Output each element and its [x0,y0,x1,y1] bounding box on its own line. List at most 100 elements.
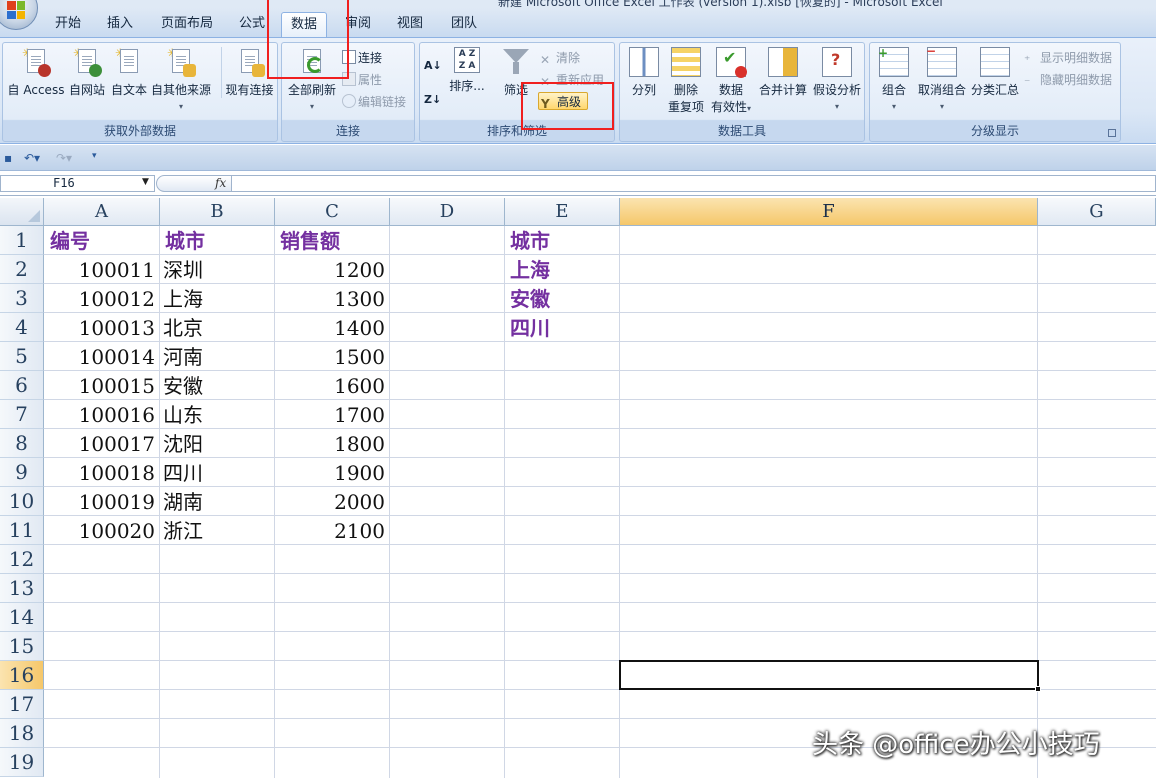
data-validation-button[interactable]: ✔ 数据 有效性▾ [708,47,754,115]
show-detail-button[interactable]: ⁺ 显示明细数据 [1024,49,1112,67]
cell-id[interactable]: 100016 [44,400,159,429]
row-header[interactable]: 15 [0,632,44,661]
row-header[interactable]: 13 [0,574,44,603]
cell-sales[interactable]: 1900 [274,458,389,487]
cell-b1[interactable]: 城市 [159,226,274,255]
column-header-c[interactable]: C [275,198,390,226]
cell-sales[interactable]: 1800 [274,429,389,458]
cell-sales[interactable]: 1400 [274,313,389,342]
row-header-selected[interactable]: 16 [0,661,44,690]
tab-page-layout[interactable]: 页面布局 [158,14,216,36]
existing-connections-button[interactable]: 现有连接 [221,47,277,98]
cell-c1[interactable]: 销售额 [274,226,389,255]
row-header[interactable]: 3 [0,284,44,313]
row-header[interactable]: 5 [0,342,44,371]
cell-id[interactable]: 100018 [44,458,159,487]
cell-city[interactable]: 浙江 [159,516,274,545]
active-cell-f16[interactable] [619,660,1039,690]
tab-insert[interactable]: 插入 [102,14,138,36]
tab-view[interactable]: 视图 [392,14,428,36]
subtotal-button[interactable]: 分类汇总 [968,47,1022,98]
filter-button[interactable]: 筛选 [494,47,538,98]
tab-review[interactable]: 审阅 [340,14,376,36]
consolidate-button[interactable]: 合并计算 [756,47,810,98]
cell-city[interactable]: 湖南 [159,487,274,516]
what-if-analysis-button[interactable]: ? 假设分析 ▾ [810,47,864,112]
cell-id[interactable]: 100015 [44,371,159,400]
cell-city[interactable]: 山东 [159,400,274,429]
from-text-button[interactable]: ✳ 自文本 [107,47,151,98]
cell-id[interactable]: 100011 [44,255,159,284]
save-icon[interactable]: ▪ [4,151,12,165]
cell-id[interactable]: 100019 [44,487,159,516]
cell-e3[interactable]: 安徽 [504,284,619,313]
name-box[interactable]: F16 [0,175,155,192]
reapply-button[interactable]: ✕ 重新应用 [540,71,604,89]
column-header-b[interactable]: B [160,198,275,226]
row-header[interactable]: 18 [0,719,44,748]
remove-duplicates-button[interactable]: 删除 重复项 [664,47,708,115]
row-header[interactable]: 4 [0,313,44,342]
from-other-sources-button[interactable]: ✳ 自其他来源▾ [149,47,213,112]
tab-home[interactable]: 开始 [50,14,86,36]
undo-icon[interactable]: ↶▾ [24,151,40,165]
cell-sales[interactable]: 1300 [274,284,389,313]
row-header[interactable]: 19 [0,748,44,777]
cell-city[interactable]: 深圳 [159,255,274,284]
row-header[interactable]: 9 [0,458,44,487]
chevron-down-icon[interactable]: ▼ [142,177,149,187]
column-header-e[interactable]: E [505,198,620,226]
cell-sales[interactable]: 1600 [274,371,389,400]
cell-city[interactable]: 河南 [159,342,274,371]
properties-button[interactable]: 属性 [342,71,382,89]
from-access-button[interactable]: ✳ 自 Access [5,47,67,98]
cell-sales[interactable]: 2000 [274,487,389,516]
cell-city[interactable]: 安徽 [159,371,274,400]
ungroup-button[interactable]: − 取消组合 ▾ [916,44,968,112]
text-to-columns-button[interactable]: 分列 [622,47,666,98]
row-header[interactable]: 1 [0,226,44,255]
tab-formulas[interactable]: 公式 [234,14,270,36]
row-header[interactable]: 8 [0,429,44,458]
cell-id[interactable]: 100014 [44,342,159,371]
row-header[interactable]: 2 [0,255,44,284]
cell-sales[interactable]: 1700 [274,400,389,429]
tab-team[interactable]: 团队 [446,14,482,36]
tab-data[interactable]: 数据 [281,12,327,39]
fill-handle[interactable] [1035,686,1041,692]
row-header[interactable]: 6 [0,371,44,400]
row-header[interactable]: 12 [0,545,44,574]
cell-city[interactable]: 四川 [159,458,274,487]
redo-icon[interactable]: ↷▾ [56,151,72,165]
select-all-corner[interactable] [0,198,44,226]
cell-e2[interactable]: 上海 [504,255,619,284]
cell-e1[interactable]: 城市 [504,226,619,255]
sort-button[interactable]: A ZZ A 排序... [448,47,486,94]
cell-id[interactable]: 100012 [44,284,159,313]
row-header[interactable]: 14 [0,603,44,632]
row-header[interactable]: 17 [0,690,44,719]
row-header[interactable]: 10 [0,487,44,516]
cell-city[interactable]: 上海 [159,284,274,313]
column-header-g[interactable]: G [1038,198,1156,226]
group-button[interactable]: + 组合 ▾ [872,46,916,112]
cell-sales[interactable]: 1200 [274,255,389,284]
insert-function-icon[interactable]: fx [215,176,226,190]
refresh-all-button[interactable]: 全部刷新 ▾ [284,47,340,112]
sort-descending-button[interactable]: Z↓ [424,91,441,109]
cell-e4[interactable]: 四川 [504,313,619,342]
customize-qat-icon[interactable]: ▾ [92,151,97,161]
cell-id[interactable]: 100020 [44,516,159,545]
worksheet-grid[interactable]: A B C D E F G 1 2 3 4 5 6 7 8 9 10 11 12… [0,198,1156,778]
cell-sales[interactable]: 1500 [274,342,389,371]
from-web-button[interactable]: ✳ 自网站 [65,47,109,98]
cell-city[interactable]: 北京 [159,313,274,342]
cell-id[interactable]: 100017 [44,429,159,458]
row-header[interactable]: 11 [0,516,44,545]
cell-a1[interactable]: 编号 [44,226,159,255]
cell-city[interactable]: 沈阳 [159,429,274,458]
dialog-launcher-icon[interactable] [1108,129,1116,137]
row-header[interactable]: 7 [0,400,44,429]
cell-id[interactable]: 100013 [44,313,159,342]
hide-detail-button[interactable]: ⁻ 隐藏明细数据 [1024,71,1112,89]
